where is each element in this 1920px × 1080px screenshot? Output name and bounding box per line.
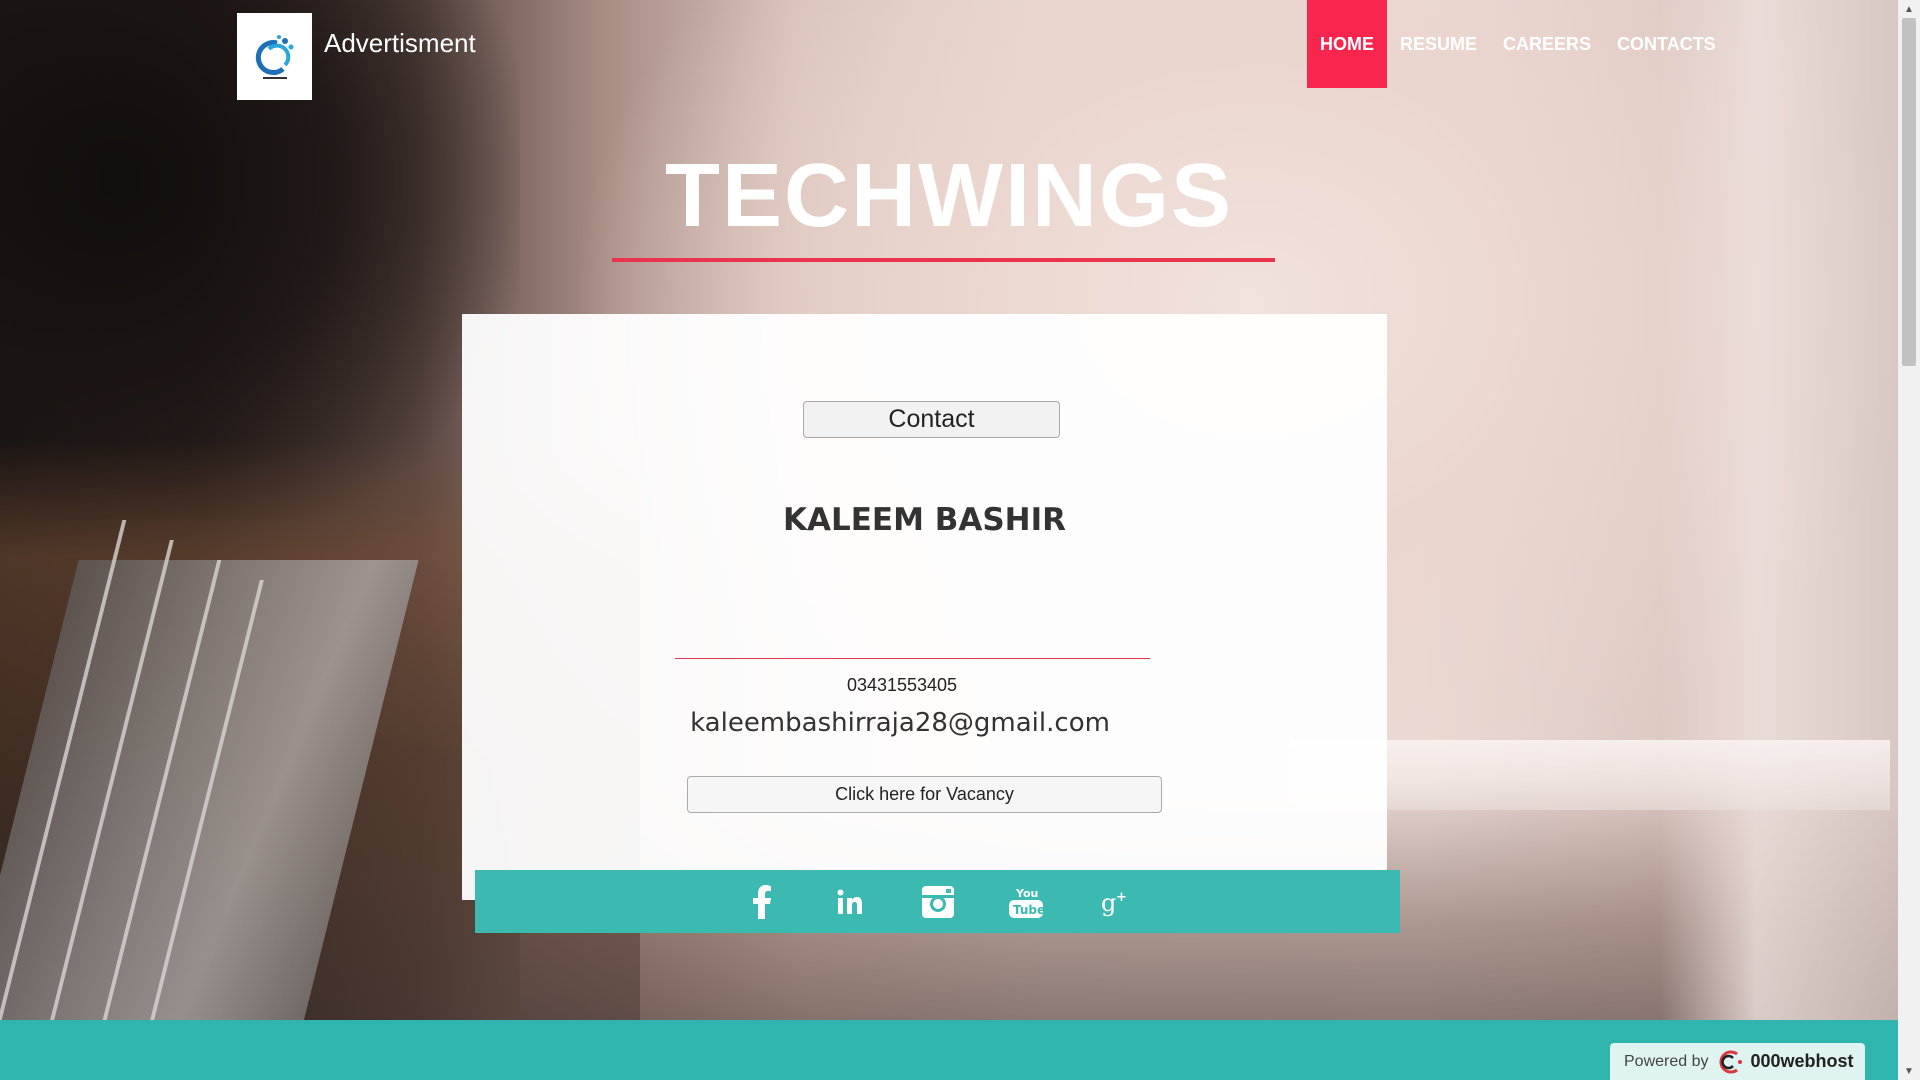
svg-text:g: g (1101, 889, 1116, 917)
powered-prefix: Powered by (1624, 1052, 1709, 1070)
vacancy-button[interactable]: Click here for Vacancy (687, 776, 1162, 813)
instagram-icon[interactable] (914, 878, 962, 926)
facebook-icon[interactable] (738, 878, 786, 926)
phone-number: 03431553405 (846, 675, 958, 695)
svg-text:Tube: Tube (1013, 903, 1044, 917)
site-logo[interactable] (237, 13, 312, 100)
logo-icon (255, 34, 293, 79)
contact-button[interactable]: Contact (803, 401, 1060, 438)
nav-contacts[interactable]: CONTACTS (1604, 0, 1729, 88)
svg-text:You: You (1015, 887, 1038, 900)
google-plus-icon[interactable]: g + (1090, 878, 1138, 926)
powered-by-badge[interactable]: Powered by 000webhost (1610, 1043, 1865, 1080)
brand-name[interactable]: Advertisment (324, 28, 476, 59)
scroll-down-arrow-icon[interactable]: ▼ (1898, 1062, 1920, 1080)
person-name: KALEEM BASHIR (782, 502, 1067, 538)
svg-text:+: + (1116, 890, 1127, 905)
divider (675, 658, 1150, 659)
youtube-icon[interactable]: You Tube (1002, 878, 1050, 926)
nav-home[interactable]: HOME (1307, 0, 1387, 88)
page-scrollbar[interactable]: ▲ ▼ (1898, 0, 1920, 1080)
powered-brand: 000webhost (1750, 1051, 1854, 1071)
main-nav: HOME RESUME CAREERS CONTACTS (1307, 0, 1729, 88)
webhost-logo-icon (1719, 1050, 1742, 1073)
scrollbar-thumb[interactable] (1902, 18, 1916, 366)
email-address: kaleembashirraja28@gmail.com (690, 708, 1110, 738)
scroll-up-arrow-icon[interactable]: ▲ (1898, 0, 1920, 18)
hero-title: TECHWINGS (665, 146, 1233, 246)
social-bar: You Tube g + (475, 870, 1400, 933)
nav-resume[interactable]: RESUME (1387, 0, 1490, 88)
linkedin-icon[interactable] (826, 878, 874, 926)
nav-careers[interactable]: CAREERS (1490, 0, 1604, 88)
hero-underline (612, 258, 1275, 262)
